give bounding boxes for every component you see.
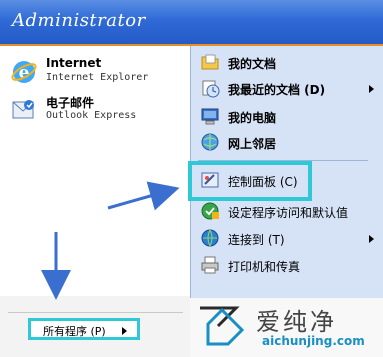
annotation-arrows — [41, 181, 180, 300]
arrow-to-control-panel — [107, 181, 180, 211]
start-menu: Administrator e Internet Internet Explor… — [0, 0, 383, 357]
